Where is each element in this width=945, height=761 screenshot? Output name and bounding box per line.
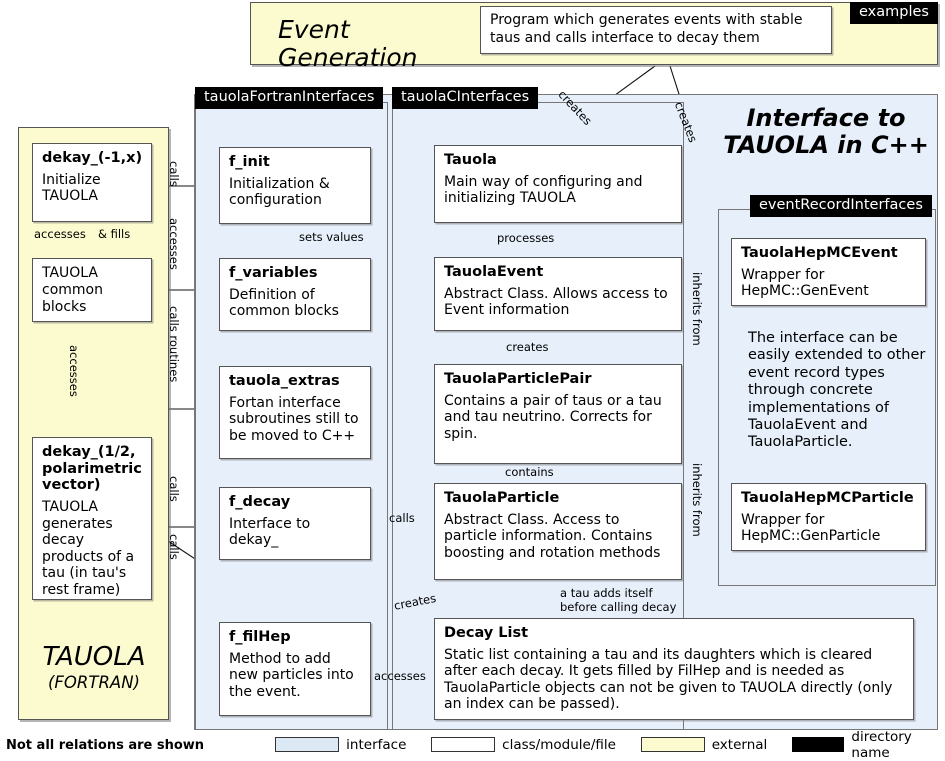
edge-label-and-fills: & fills [98,227,131,241]
box-tauola-hepmc-event-body: Wrapper for HepMC::GenEvent [741,266,869,300]
tauola-label-sub: (FORTRAN) [48,673,140,692]
edge-label-calls-tauola-particle: calls [389,511,415,525]
box-tauola-hepmc-particle-title: TauolaHepMCParticle [741,490,914,506]
box-tauola-title: Tauola [444,152,497,168]
box-tauola-event[interactable]: TauolaEvent Abstract Class. Allows acces… [434,257,682,331]
box-dekay-polarimetric[interactable]: dekay_(1/2, polarimetric vector) TAUOLA … [32,437,152,600]
event-generation-description-text: Program which generates events with stab… [490,12,803,46]
box-tauola-particle-pair[interactable]: TauolaParticlePair Contains a pair of ta… [434,364,682,464]
box-dekay-init-title: dekay_(-1,x) [42,150,143,166]
edge-label-tau-adds-line2: before calling decay [560,600,677,614]
box-f-variables-body: Definition of common blocks [229,286,339,320]
box-dekay-polarimetric-body: TAUOLA generates decay products of a tau… [42,499,135,598]
dir-tag-tauola-fortran-interfaces: tauolaFortranInterfaces [195,87,384,110]
box-f-filhep-title: f_filHep [229,629,291,645]
box-tauola-event-title: TauolaEvent [444,264,544,280]
box-tauola-hepmc-event-title: TauolaHepMCEvent [741,245,898,261]
edge-label-calls-2: calls [167,476,181,502]
edge-label-contains: contains [505,465,554,479]
box-f-init-title: f_init [229,154,270,170]
edge-label-tau-adds-line1: a tau adds itself [560,586,653,600]
legend-label-external: external [711,736,768,753]
edge-label-accesses-left: accesses [34,227,86,241]
edge-label-sets-values: sets values [299,230,364,244]
box-f-filhep[interactable]: f_filHep Method to add new particles int… [219,622,371,716]
legend-swatch-interface [275,737,340,752]
legend-label-class-module-file: class/module/file [502,736,616,753]
box-f-decay-title: f_decay [229,494,291,510]
legend-item-interface: interface [275,737,406,753]
box-tauola-particle-title: TauolaParticle [444,490,560,506]
box-tauola-particle[interactable]: TauolaParticle Abstract Class. Access to… [434,483,682,580]
box-tauola-common-blocks-text: TAUOLA common blocks [42,265,103,316]
box-decay-list[interactable]: Decay List Static list containing a tau … [434,618,914,720]
box-tauola-common-blocks[interactable]: TAUOLA common blocks [32,258,152,322]
edge-label-calls-routines: calls routines [167,306,181,383]
diagram-canvas: Event Generation Program which generates… [0,0,945,761]
box-dekay-init[interactable]: dekay_(-1,x) Initialize TAUOLA [32,143,152,222]
legend-swatch-class-module-file [431,737,496,752]
box-decay-list-title: Decay List [444,625,529,641]
box-f-decay[interactable]: f_decay Interface to dekay_ [219,487,371,560]
box-f-variables[interactable]: f_variables Definition of common blocks [219,258,371,331]
box-tauola-particle-body: Abstract Class. Access to particle infor… [444,511,661,561]
edge-label-accesses-decay-list: accesses [374,669,426,683]
box-dekay-init-body: Initialize TAUOLA [42,171,101,205]
box-tauola-extras-title: tauola_extras [229,373,340,389]
box-tauola-hepmc-event[interactable]: TauolaHepMCEvent Wrapper for HepMC::GenE… [731,238,926,306]
box-tauola-hepmc-particle-body: Wrapper for HepMC::GenParticle [741,511,881,545]
interface-heading: Interface to TAUOLA in C++ [715,105,937,159]
dir-tag-event-record-interfaces: eventRecordInterfaces [750,195,932,218]
box-tauola-hepmc-particle[interactable]: TauolaHepMCParticle Wrapper for HepMC::G… [731,483,926,551]
edge-label-creates-mid: creates [506,340,549,354]
legend-swatch-directory-name [792,737,845,752]
box-f-filhep-body: Method to add new particles into the eve… [229,650,354,700]
edge-label-processes: processes [497,231,555,245]
box-tauola-body: Main way of configuring and initializing… [444,173,643,207]
legend: interface class/module/file external dir… [0,729,945,761]
interface-heading-line2: TAUOLA in C++ [723,130,929,159]
legend-label-interface: interface [346,736,407,753]
legend-item-class-module-file: class/module/file [431,737,616,753]
box-f-variables-title: f_variables [229,265,318,281]
box-dekay-polarimetric-title: dekay_(1/2, polarimetric vector) [42,444,142,494]
box-tauola-event-body: Abstract Class. Allows access to Event i… [444,285,668,319]
box-f-init[interactable]: f_init Initialization & configuration [219,147,371,224]
event-record-note: The interface can be easily extended to … [748,330,926,451]
box-decay-list-body: Static list containing a tau and its dau… [444,646,893,713]
dir-tag-examples: examples [850,2,938,25]
legend-item-external: external [640,736,768,753]
event-generation-description-box: Program which generates events with stab… [480,6,832,54]
event-generation-heading: Event Generation [278,15,418,72]
box-f-decay-body: Interface to dekay_ [229,515,311,549]
edge-label-accesses-vertical: accesses [67,345,81,397]
box-tauola-particle-pair-title: TauolaParticlePair [444,371,592,387]
dir-tag-tauola-c-interfaces: tauolaCInterfaces [392,87,539,110]
box-f-init-body: Initialization & configuration [229,175,330,209]
box-tauola-extras-body: Fortan interface subroutines still to be… [229,394,359,444]
edge-label-calls-1: calls [167,161,181,187]
edge-label-calls-3: calls [167,534,181,560]
edge-label-accesses-1: accesses [167,218,181,270]
edge-label-inherits-from-1: inherits from [690,272,704,346]
tauola-label-main: TAUOLA [42,642,146,672]
interface-heading-line1: Interface to [746,104,906,132]
box-tauola-extras[interactable]: tauola_extras Fortan interface subroutin… [219,366,371,459]
legend-swatch-external [640,737,705,752]
box-tauola-particle-pair-body: Contains a pair of taus or a tau and tau… [444,392,662,442]
box-tauola[interactable]: Tauola Main way of configuring and initi… [434,145,682,223]
edge-label-inherits-from-2: inherits from [690,463,704,537]
